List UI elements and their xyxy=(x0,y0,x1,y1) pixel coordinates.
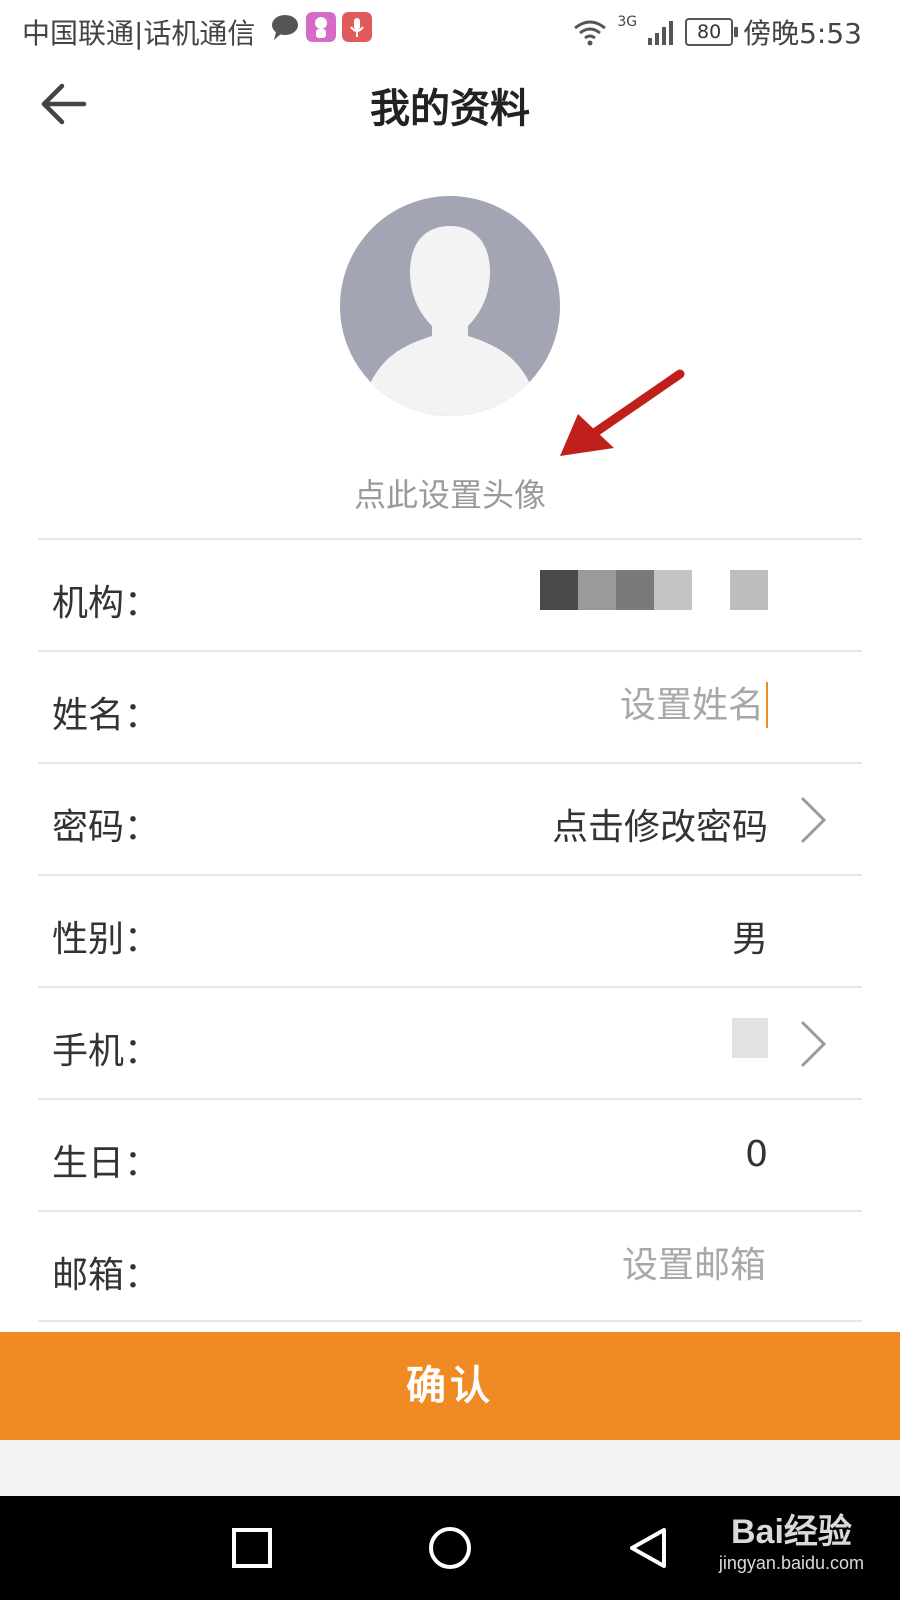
baidu-watermark: Bai经验 jingyan.baidu.com xyxy=(719,1504,864,1574)
row-organization: 机构： xyxy=(38,538,862,650)
row-email: 邮箱： xyxy=(38,1210,862,1322)
app-notification-icon xyxy=(306,12,336,42)
status-time: 傍晚5:53 xyxy=(743,17,862,50)
header: 我的资料 xyxy=(0,62,900,148)
carrier-label: 中国联通|话机通信 xyxy=(22,17,256,50)
confirm-button[interactable]: 确认 xyxy=(0,1332,900,1440)
bottom-spacer xyxy=(0,1440,900,1496)
email-input[interactable] xyxy=(366,1242,768,1288)
chat-bubble-icon xyxy=(272,15,298,40)
avatar[interactable] xyxy=(340,196,560,416)
profile-form: 机构： 姓名： 密码： 点击修改密码 性别： 男 xyxy=(38,538,862,1322)
screen: 中国联通|话机通信 3G 80 傍晚5:53 我的资料 点此设置头像 机构： 姓… xyxy=(0,0,900,1600)
name-label: 姓名： xyxy=(52,695,161,736)
phone-value-redacted xyxy=(542,1018,768,1058)
row-password[interactable]: 密码： 点击修改密码 xyxy=(38,762,862,874)
birthday-label: 生日： xyxy=(52,1143,161,1184)
gender-label: 性别： xyxy=(52,919,161,960)
navigation-bar: Bai经验 jingyan.baidu.com xyxy=(0,1496,900,1600)
avatar-hint[interactable]: 点此设置头像 xyxy=(0,470,900,516)
recent-apps-icon[interactable] xyxy=(228,1524,276,1572)
email-label: 邮箱： xyxy=(52,1255,161,1296)
network-type-label: 3G xyxy=(617,14,638,30)
signal-icon xyxy=(648,21,674,45)
annotation-arrow-icon xyxy=(560,369,685,456)
home-icon[interactable] xyxy=(426,1524,474,1572)
watermark-brand: Bai经验 xyxy=(730,1513,852,1551)
page-title: 我的资料 xyxy=(370,86,530,132)
default-avatar-icon xyxy=(340,196,560,416)
chevron-right-icon[interactable] xyxy=(798,1018,828,1070)
organization-label: 机构： xyxy=(52,583,161,624)
organization-value-redacted xyxy=(540,570,768,610)
gender-value[interactable]: 男 xyxy=(732,910,768,962)
change-password-link[interactable]: 点击修改密码 xyxy=(552,798,768,850)
row-name: 姓名： xyxy=(38,650,862,762)
row-phone[interactable]: 手机： xyxy=(38,986,862,1098)
phone-label: 手机： xyxy=(52,1031,161,1072)
row-birthday[interactable]: 生日： 0 xyxy=(38,1098,862,1210)
watermark-url: jingyan.baidu.com xyxy=(718,1553,864,1573)
birthday-value[interactable]: 0 xyxy=(745,1134,768,1175)
wifi-icon xyxy=(574,20,607,46)
notification-icons xyxy=(270,12,372,42)
password-label: 密码： xyxy=(52,807,161,848)
chevron-right-icon[interactable] xyxy=(798,794,828,846)
name-input[interactable] xyxy=(364,682,768,728)
status-bar: 中国联通|话机通信 3G 80 傍晚5:53 xyxy=(0,0,900,62)
battery-icon: 80 xyxy=(685,18,739,46)
row-gender[interactable]: 性别： 男 xyxy=(38,874,862,986)
back-triangle-icon[interactable] xyxy=(624,1524,672,1572)
microphone-icon xyxy=(342,12,372,42)
status-right: 3G 80 傍晚5:53 xyxy=(573,12,862,52)
